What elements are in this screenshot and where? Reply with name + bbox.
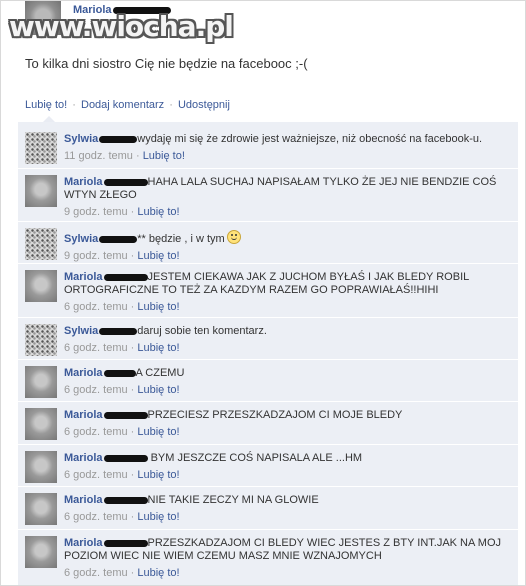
- comment-meta: 11 godz. temu · Lubię to!: [64, 150, 185, 162]
- redaction-mark: [103, 454, 148, 462]
- post-actions: Lubię to! · Dodaj komentarz · Udostępnij: [25, 99, 230, 111]
- divider: [18, 221, 518, 222]
- share-link[interactable]: Udostępnij: [178, 99, 230, 111]
- post-container: Mariola www.wiocha.pl To kilka dni siost…: [0, 0, 526, 586]
- comment-like-link[interactable]: Lubię to!: [143, 150, 185, 162]
- comment-like-link[interactable]: Lubię to!: [137, 206, 179, 218]
- comment-text: NIE TAKIE ZECZY MI NA GLOWIE: [147, 494, 319, 506]
- comment-body: Mariola PRZECIESZ PRZESZKADZAJOM CI MOJE …: [64, 409, 504, 439]
- commenter-name[interactable]: Sylwia: [64, 233, 98, 245]
- commenter-name[interactable]: Mariola: [64, 176, 103, 188]
- comment-body: Sylwia wydaję mi się że zdrowie jest ważn…: [64, 133, 504, 163]
- add-comment-link[interactable]: Dodaj komentarz: [81, 99, 164, 111]
- divider: [18, 263, 518, 264]
- divider: [18, 444, 518, 445]
- commenter-name[interactable]: Sylwia: [64, 133, 98, 145]
- comment-text: BYM JESZCZE COŚ NAPISALA ALE ...HM: [150, 452, 363, 464]
- comment-text: daruj sobie ten komentarz.: [137, 325, 267, 337]
- comment-time[interactable]: 6 godz. temu: [64, 342, 128, 354]
- commenter-avatar[interactable]: [25, 175, 57, 207]
- redaction-mark: [99, 235, 138, 243]
- divider: [18, 359, 518, 360]
- watermark-logo: www.wiocha.pl: [9, 10, 234, 43]
- comment-like-link[interactable]: Lubię to!: [137, 250, 179, 262]
- comment-meta: 6 godz. temu · Lubię to!: [64, 511, 180, 523]
- comment-body: Sylwia ** będzie , i w tym 9 godz. temu ·…: [64, 230, 504, 263]
- comment-like-link[interactable]: Lubię to!: [137, 301, 179, 313]
- redaction-mark: [103, 178, 148, 186]
- divider: [18, 486, 518, 487]
- comment-body: Mariola PRZESZKADZAJOM CI BLEDY WIEC JEST…: [64, 537, 504, 580]
- divider: [18, 317, 518, 318]
- commenter-avatar[interactable]: [25, 270, 57, 302]
- commenter-avatar[interactable]: [25, 408, 57, 440]
- comment-meta: 6 godz. temu · Lubię to!: [64, 384, 180, 396]
- redaction-mark: [103, 369, 136, 377]
- commenter-name[interactable]: Mariola: [64, 271, 103, 283]
- comment-body: Mariola NIE TAKIE ZECZY MI NA GLOWIE 6 go…: [64, 494, 504, 524]
- comment-body: Mariola BYM JESZCZE COŚ NAPISALA ALE ...…: [64, 452, 504, 482]
- commenter-avatar[interactable]: [25, 536, 57, 568]
- comment-meta: 9 godz. temu · Lubię to!: [64, 206, 180, 218]
- comment-body: Mariola HAHA LALA SUCHAJ NAPISAŁAM TYLKO …: [64, 176, 504, 219]
- comment-like-link[interactable]: Lubię to!: [137, 469, 179, 481]
- comment-time[interactable]: 6 godz. temu: [64, 567, 128, 579]
- commenter-name[interactable]: Sylwia: [64, 325, 98, 337]
- commenter-name[interactable]: Mariola: [64, 494, 103, 506]
- smile-icon: [226, 230, 241, 244]
- commenter-avatar[interactable]: [25, 366, 57, 398]
- redaction-mark: [99, 327, 138, 335]
- commenter-avatar[interactable]: [25, 132, 57, 164]
- redaction-mark: [99, 135, 138, 143]
- comments-list: Sylwia wydaję mi się że zdrowie jest ważn…: [18, 122, 518, 585]
- comment-body: Mariola JESTEM CIEKAWA JAK Z JUCHOM BYŁAŚ…: [64, 271, 504, 314]
- comment-time[interactable]: 6 godz. temu: [64, 511, 128, 523]
- commenter-avatar[interactable]: [25, 228, 57, 260]
- redaction-mark: [103, 411, 148, 419]
- separator: ·: [72, 99, 76, 111]
- comment-like-link[interactable]: Lubię to!: [137, 384, 179, 396]
- comment-like-link[interactable]: Lubię to!: [137, 342, 179, 354]
- comment-meta: 6 godz. temu · Lubię to!: [64, 342, 180, 354]
- commenter-avatar[interactable]: [25, 324, 57, 356]
- comment-time[interactable]: 11 godz. temu: [64, 150, 133, 162]
- commenter-name[interactable]: Mariola: [64, 409, 103, 421]
- comment-body: Mariola A CZEMU 6 godz. temu · Lubię to!: [64, 367, 504, 397]
- status-text: To kilka dni siostro Cię nie będzie na f…: [25, 56, 308, 71]
- divider: [18, 401, 518, 402]
- comment-time[interactable]: 6 godz. temu: [64, 469, 128, 481]
- comment-like-link[interactable]: Lubię to!: [137, 567, 179, 579]
- commenter-avatar[interactable]: [25, 451, 57, 483]
- comment-time[interactable]: 6 godz. temu: [64, 426, 128, 438]
- comment-text: wydaję mi się że zdrowie jest ważniejsze…: [137, 133, 483, 145]
- comment-meta: 6 godz. temu · Lubię to!: [64, 301, 180, 313]
- separator: ·: [169, 99, 173, 111]
- comment-time[interactable]: 6 godz. temu: [64, 301, 128, 313]
- like-link[interactable]: Lubię to!: [25, 99, 67, 111]
- comment-meta: 6 godz. temu · Lubię to!: [64, 469, 180, 481]
- divider: [18, 529, 518, 530]
- commenter-avatar[interactable]: [25, 493, 57, 525]
- divider: [18, 168, 518, 169]
- comment-meta: 9 godz. temu · Lubię to!: [64, 250, 180, 262]
- redaction-mark: [103, 496, 148, 504]
- redaction-mark: [103, 273, 148, 281]
- comment-time[interactable]: 9 godz. temu: [64, 250, 128, 262]
- comment-time[interactable]: 6 godz. temu: [64, 384, 128, 396]
- comment-like-link[interactable]: Lubię to!: [137, 511, 179, 523]
- comment-text: ** będzie , i w tym: [137, 233, 225, 245]
- comment-like-link[interactable]: Lubię to!: [137, 426, 179, 438]
- comment-meta: 6 godz. temu · Lubię to!: [64, 567, 180, 579]
- comment-text: A CZEMU: [135, 367, 185, 379]
- comment-time[interactable]: 9 godz. temu: [64, 206, 128, 218]
- redaction-mark: [103, 539, 148, 547]
- comment-meta: 6 godz. temu · Lubię to!: [64, 426, 180, 438]
- commenter-name[interactable]: Mariola: [64, 537, 103, 549]
- commenter-name[interactable]: Mariola: [64, 367, 103, 379]
- commenter-name[interactable]: Mariola: [64, 452, 103, 464]
- comment-body: Sylwia daruj sobie ten komentarz. 6 godz.…: [64, 325, 504, 355]
- comment-text: PRZECIESZ PRZESZKADZAJOM CI MOJE BLEDY: [147, 409, 403, 421]
